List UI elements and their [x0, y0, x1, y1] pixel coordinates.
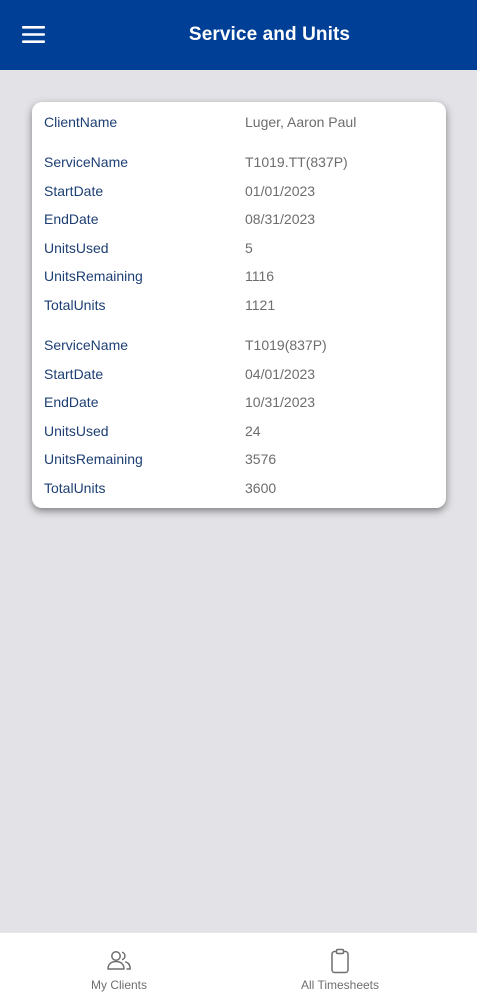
service-2-total-units-row: TotalUnits 3600: [32, 480, 446, 500]
clipboard-icon: [331, 948, 349, 974]
service-1-total-units-row: TotalUnits 1121: [32, 297, 446, 317]
units-remaining-label: UnitsRemaining: [44, 451, 143, 467]
page-title: Service and Units: [188, 24, 351, 45]
client-name-row: ClientName Luger, Aaron Paul: [32, 114, 446, 134]
units-used-label: UnitsUsed: [44, 240, 109, 256]
units-remaining-value: 3576: [245, 451, 277, 467]
start-date-label: StartDate: [44, 183, 104, 199]
units-used-label: UnitsUsed: [44, 423, 109, 439]
main-content: ClientName Luger, Aaron Paul ServiceName…: [0, 70, 477, 932]
nav-my-clients-label: My Clients: [90, 978, 147, 992]
service-2-units-remaining-row: UnitsRemaining 3576: [32, 451, 446, 471]
service-units-card: ClientName Luger, Aaron Paul ServiceName…: [32, 102, 446, 508]
service-1-units-remaining-row: UnitsRemaining 1116: [32, 268, 446, 288]
start-date-label: StartDate: [44, 366, 104, 382]
nav-all-timesheets-label: All Timesheets: [300, 978, 380, 992]
total-units-label: TotalUnits: [44, 480, 106, 496]
end-date-label: EndDate: [44, 394, 99, 410]
units-remaining-label: UnitsRemaining: [44, 268, 143, 284]
service-1-end-date-row: EndDate 08/31/2023: [32, 211, 446, 231]
users-icon: [107, 951, 131, 970]
app-header: Service and Units: [0, 0, 477, 70]
service-1-service-name-row: ServiceName T1019.TT(837P): [32, 154, 446, 174]
service-name-label: ServiceName: [44, 154, 129, 170]
service-name-value: T1019(837P): [245, 337, 327, 353]
end-date-value: 10/31/2023: [245, 394, 316, 410]
units-used-value: 5: [245, 240, 253, 256]
client-name-value: Luger, Aaron Paul: [245, 114, 357, 130]
service-name-label: ServiceName: [44, 337, 129, 353]
units-remaining-value: 1116: [245, 268, 275, 284]
service-2-start-date-row: StartDate 04/01/2023: [32, 366, 446, 386]
service-1-start-date-row: StartDate 01/01/2023: [32, 183, 446, 203]
service-name-value: T1019.TT(837P): [245, 154, 348, 170]
total-units-value: 3600: [245, 480, 277, 496]
end-date-label: EndDate: [44, 211, 99, 227]
nav-my-clients[interactable]: My Clients: [0, 933, 238, 1001]
total-units-label: TotalUnits: [44, 297, 106, 313]
units-used-value: 24: [245, 423, 261, 439]
service-2-units-used-row: UnitsUsed 24: [32, 423, 446, 443]
start-date-value: 04/01/2023: [245, 366, 316, 382]
nav-all-timesheets[interactable]: All Timesheets: [221, 933, 459, 1001]
end-date-value: 08/31/2023: [245, 211, 316, 227]
client-name-label: ClientName: [44, 114, 118, 130]
bottom-navigation: My Clients All Timesheets: [0, 932, 477, 1001]
start-date-value: 01/01/2023: [245, 183, 316, 199]
service-2-service-name-row: ServiceName T1019(837P): [32, 337, 446, 357]
service-2-end-date-row: EndDate 10/31/2023: [32, 394, 446, 414]
total-units-value: 1121: [245, 297, 276, 313]
service-1-units-used-row: UnitsUsed 5: [32, 240, 446, 260]
